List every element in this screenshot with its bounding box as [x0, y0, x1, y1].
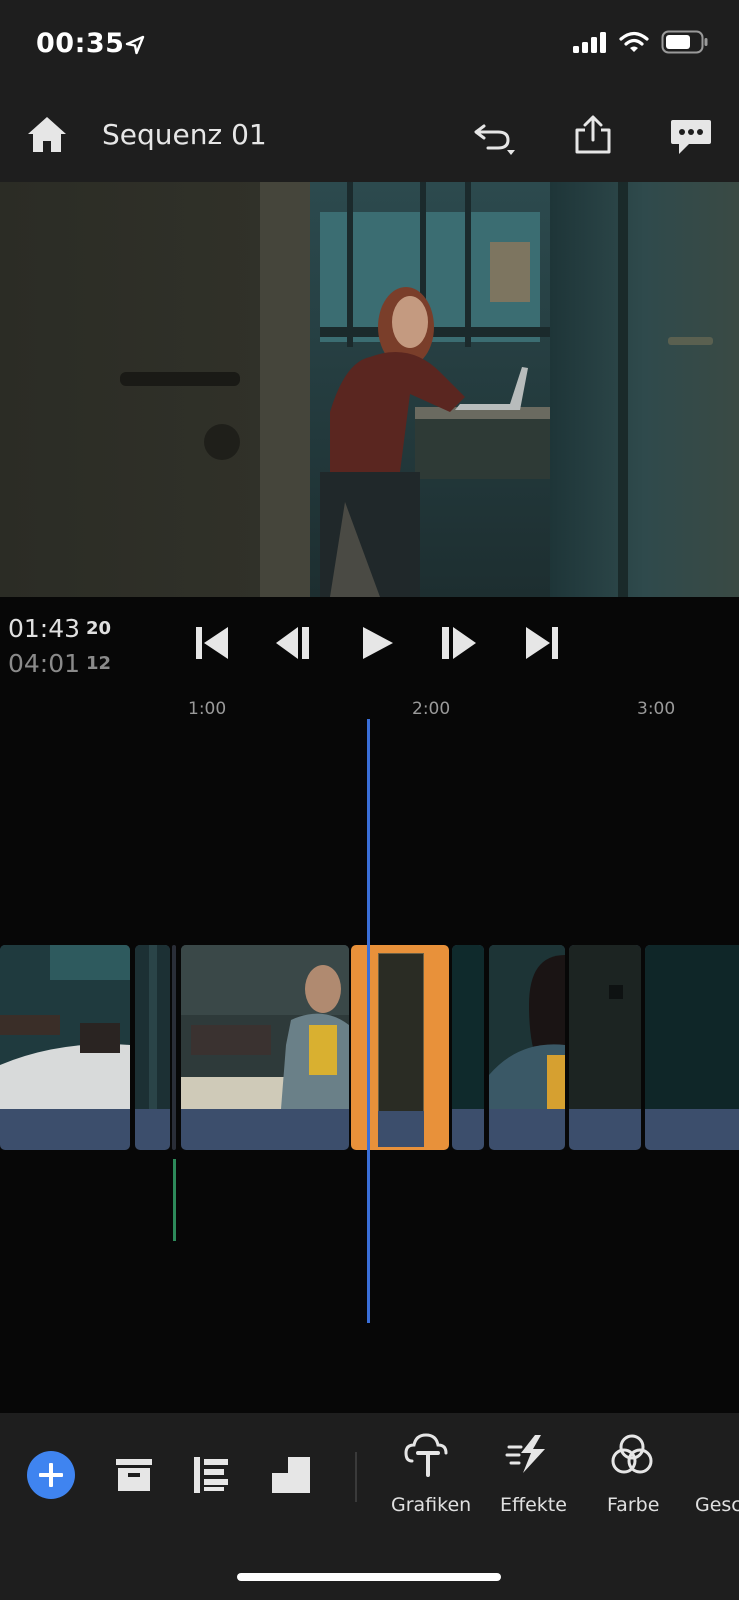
- share-icon[interactable]: [569, 112, 617, 160]
- current-timecode: 01:43: [8, 614, 81, 643]
- align-icon[interactable]: [188, 1451, 236, 1499]
- clip-thumbnail: [378, 953, 424, 1147]
- location-arrow-icon: [125, 35, 145, 55]
- undo-icon[interactable]: [470, 112, 518, 160]
- clip-thumbnail: [0, 945, 130, 1109]
- clip-thumbnail: [569, 945, 641, 1109]
- comments-icon[interactable]: [667, 112, 715, 160]
- clip-thumbnail: [135, 945, 170, 1109]
- archive-icon[interactable]: [110, 1451, 158, 1499]
- total-duration: 04:01: [8, 649, 81, 678]
- status-icons: [573, 30, 709, 54]
- selected-clip[interactable]: [351, 945, 449, 1150]
- step-back-icon[interactable]: [274, 623, 314, 663]
- timeline-clip[interactable]: [0, 945, 130, 1150]
- add-icon: [39, 1463, 63, 1487]
- timeline-clip[interactable]: [172, 945, 176, 1150]
- home-icon[interactable]: [24, 112, 70, 158]
- wifi-icon: [619, 31, 649, 52]
- step-forward-icon[interactable]: [438, 623, 478, 663]
- total-frames: 12: [86, 653, 112, 674]
- ruler-label: 3:00: [637, 699, 676, 719]
- audio-marker: [173, 1159, 176, 1241]
- status-time: 00:35: [36, 28, 125, 59]
- tool-label-speed[interactable]: Gesc: [695, 1494, 739, 1516]
- cellular-signal-icon: [573, 32, 606, 53]
- effects-icon[interactable]: [505, 1431, 553, 1479]
- timeline-clip[interactable]: [135, 945, 170, 1150]
- transport-bar: 01:43 20 04:01 12: [0, 597, 739, 690]
- tool-label-graphics[interactable]: Grafiken: [391, 1494, 471, 1516]
- tool-label-color[interactable]: Farbe: [607, 1494, 659, 1516]
- timeline-clip[interactable]: [181, 945, 349, 1150]
- add-media-button[interactable]: [27, 1451, 75, 1499]
- sequence-title: Sequenz 01: [102, 118, 267, 151]
- graphics-icon[interactable]: [402, 1431, 450, 1479]
- video-preview[interactable]: [0, 182, 739, 597]
- tool-label-effects[interactable]: Effekte: [500, 1494, 567, 1516]
- play-icon[interactable]: [357, 623, 397, 663]
- ruler-label: 1:00: [188, 699, 227, 719]
- timeline-clip[interactable]: [489, 945, 565, 1150]
- ruler-label: 2:00: [412, 699, 451, 719]
- toolbar-divider: [355, 1452, 357, 1502]
- status-bar: 00:35: [0, 0, 739, 92]
- clip-thumbnail: [452, 945, 484, 1109]
- color-icon[interactable]: [608, 1431, 656, 1479]
- layers-icon[interactable]: [268, 1451, 316, 1499]
- battery-icon: [661, 30, 708, 54]
- current-frames: 20: [86, 618, 112, 639]
- clip-thumbnail: [489, 945, 565, 1109]
- timeline-clip[interactable]: [569, 945, 641, 1150]
- app-header: Sequenz 01: [0, 92, 739, 182]
- timeline-clip[interactable]: [645, 945, 739, 1150]
- playhead[interactable]: [367, 719, 370, 1323]
- timeline-clip[interactable]: [452, 945, 484, 1150]
- clip-thumbnail: [181, 945, 349, 1109]
- go-to-end-icon[interactable]: [522, 623, 562, 663]
- clip-thumbnail: [645, 945, 739, 1109]
- go-to-start-icon[interactable]: [192, 623, 232, 663]
- home-indicator: [237, 1573, 501, 1581]
